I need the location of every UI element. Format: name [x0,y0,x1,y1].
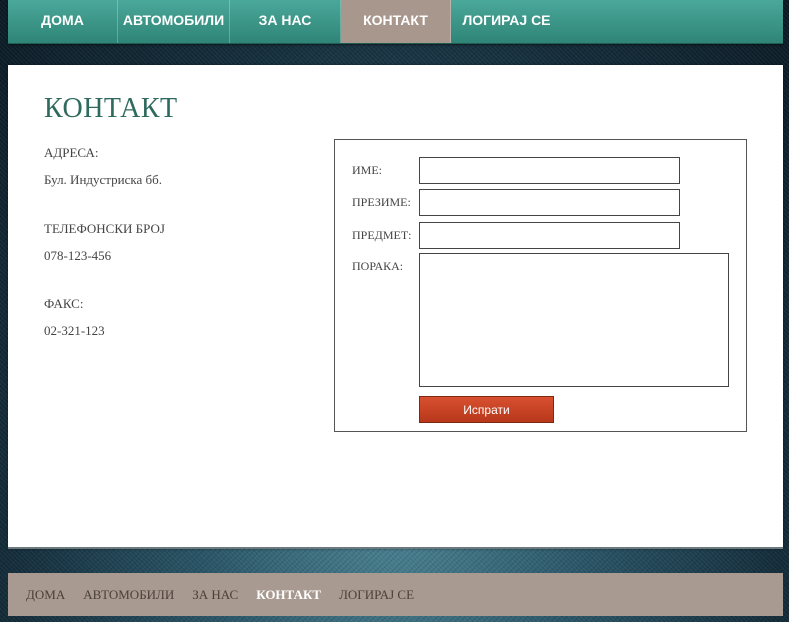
page-title: КОНТАКТ [44,93,178,124]
top-navigation: ДОМА АВТОМОБИЛИ ЗА НАС КОНТАКТ ЛОГИРАЈ С… [8,0,783,44]
phone-value: 078-123-456 [44,248,112,263]
nav-item-home[interactable]: ДОМА [8,0,118,43]
surname-label: ПРЕЗИМЕ: [352,195,411,209]
surname-input[interactable] [419,189,680,216]
phone-label: ТЕЛЕФОНСКИ БРОЈ [44,221,165,236]
nav-item-about[interactable]: ЗА НАС [230,0,341,43]
footer-nav-login[interactable]: ЛОГИРАЈ СЕ [339,587,414,603]
submit-button[interactable]: Испрати [419,396,554,423]
footer-nav-home[interactable]: ДОМА [26,587,65,603]
address-label: АДРЕСА: [44,145,99,160]
nav-item-login[interactable]: ЛОГИРАЈ СЕ [451,0,562,43]
nav-item-contact[interactable]: КОНТАКТ [341,0,451,43]
content-panel: КОНТАКТ АДРЕСА: Бул. Индустриска бб. ТЕЛ… [8,65,783,549]
subject-input[interactable] [419,222,680,249]
footer-nav-contact[interactable]: КОНТАКТ [256,587,321,603]
message-textarea[interactable] [419,253,729,387]
fax-value: 02-321-123 [44,323,105,338]
message-label: ПОРАКА: [352,259,404,273]
fax-label: ФАКС: [44,296,84,311]
footer-nav-about[interactable]: ЗА НАС [192,587,238,603]
name-input[interactable] [419,157,680,184]
nav-item-cars[interactable]: АВТОМОБИЛИ [118,0,230,43]
contact-form: ИМЕ: ПРЕЗИМЕ: ПРЕДМЕТ: ПОРАКА: Испрати [334,139,747,432]
subject-label: ПРЕДМЕТ: [352,228,412,242]
address-value: Бул. Индустриска бб. [44,172,162,187]
footer-navigation: ДОМА АВТОМОБИЛИ ЗА НАС КОНТАКТ ЛОГИРАЈ С… [8,573,783,616]
footer-nav-cars[interactable]: АВТОМОБИЛИ [83,587,174,603]
name-label: ИМЕ: [352,163,382,177]
